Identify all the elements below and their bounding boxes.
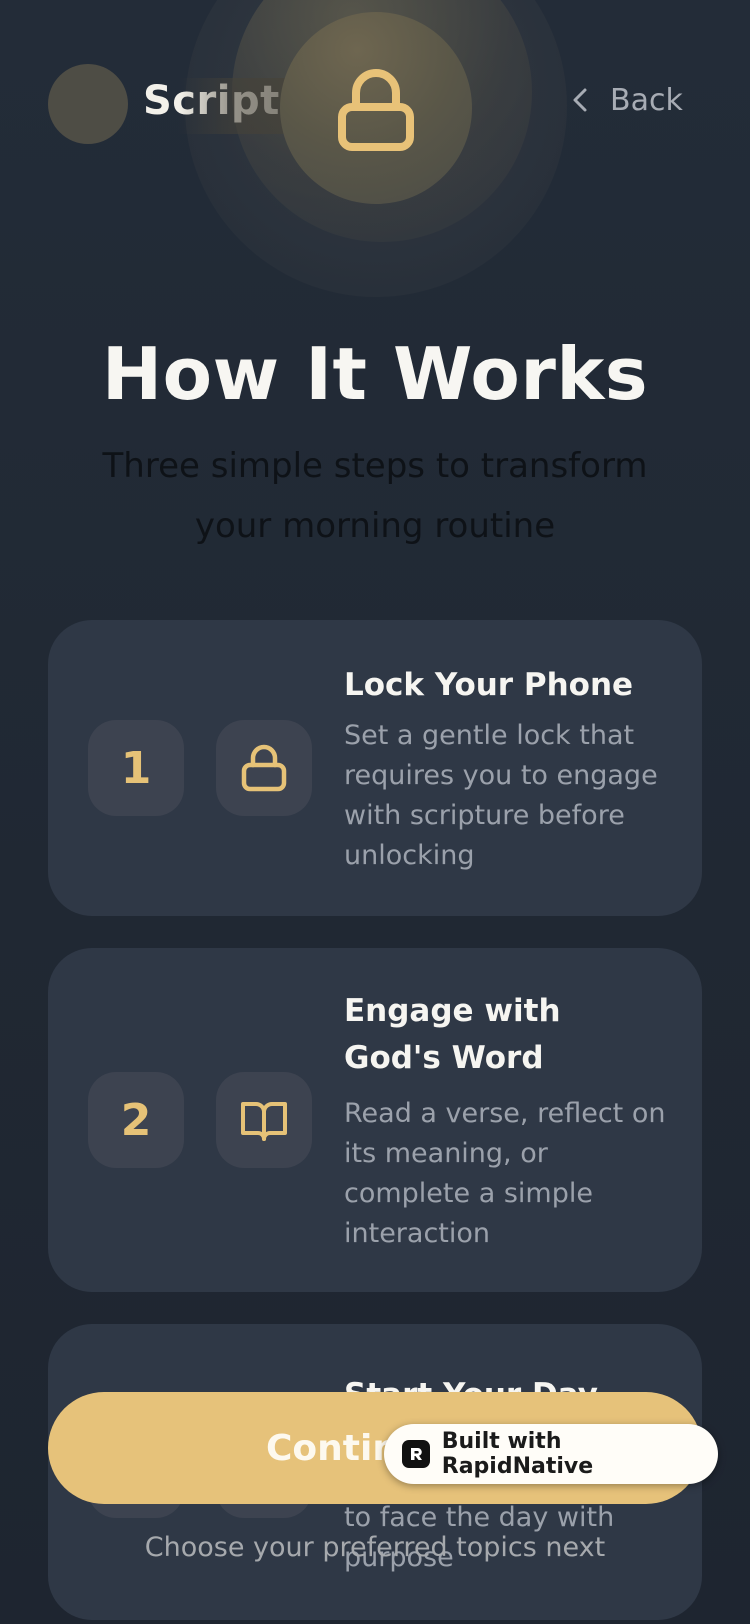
book-open-icon — [241, 1102, 287, 1141]
step-number-badge: 2 — [88, 1072, 184, 1168]
step-description: Set a gentle lock that requires you to e… — [344, 720, 658, 871]
step-number-badge: 1 — [88, 720, 184, 816]
step-icon-badge — [216, 1072, 312, 1168]
hero-icon-circle — [280, 12, 472, 204]
built-with-badge[interactable]: Built with RapidNative — [384, 1424, 718, 1484]
lock-icon — [241, 744, 287, 792]
how-it-works-screen: Scripture Back How It Works Three simple… — [0, 0, 750, 1624]
page-title: How It Works — [101, 332, 649, 416]
step-card-2: 2 Engage with God's Word Read a verse, r… — [48, 948, 702, 1292]
step-description: Read a verse, reflect on its meaning, or… — [344, 1098, 666, 1249]
step-title: Engage with God's Word — [344, 993, 561, 1076]
next-step-hint: Choose your preferred topics next — [144, 1532, 606, 1563]
rapidnative-logo-icon — [402, 1440, 430, 1468]
step-icon-badge — [216, 720, 312, 816]
step-title: Lock Your Phone — [344, 667, 634, 703]
lock-icon — [338, 69, 414, 151]
app-logo — [48, 64, 128, 144]
back-button-label: Back — [610, 82, 683, 118]
chevron-left-icon — [573, 88, 587, 112]
page-subtitle: Three simple steps to transform your mor… — [102, 446, 648, 546]
back-button[interactable]: Back — [568, 76, 683, 124]
step-card-1: 1 Lock Your Phone Set a gentle lock that… — [48, 620, 702, 916]
built-with-label: Built with RapidNative — [441, 1429, 594, 1479]
